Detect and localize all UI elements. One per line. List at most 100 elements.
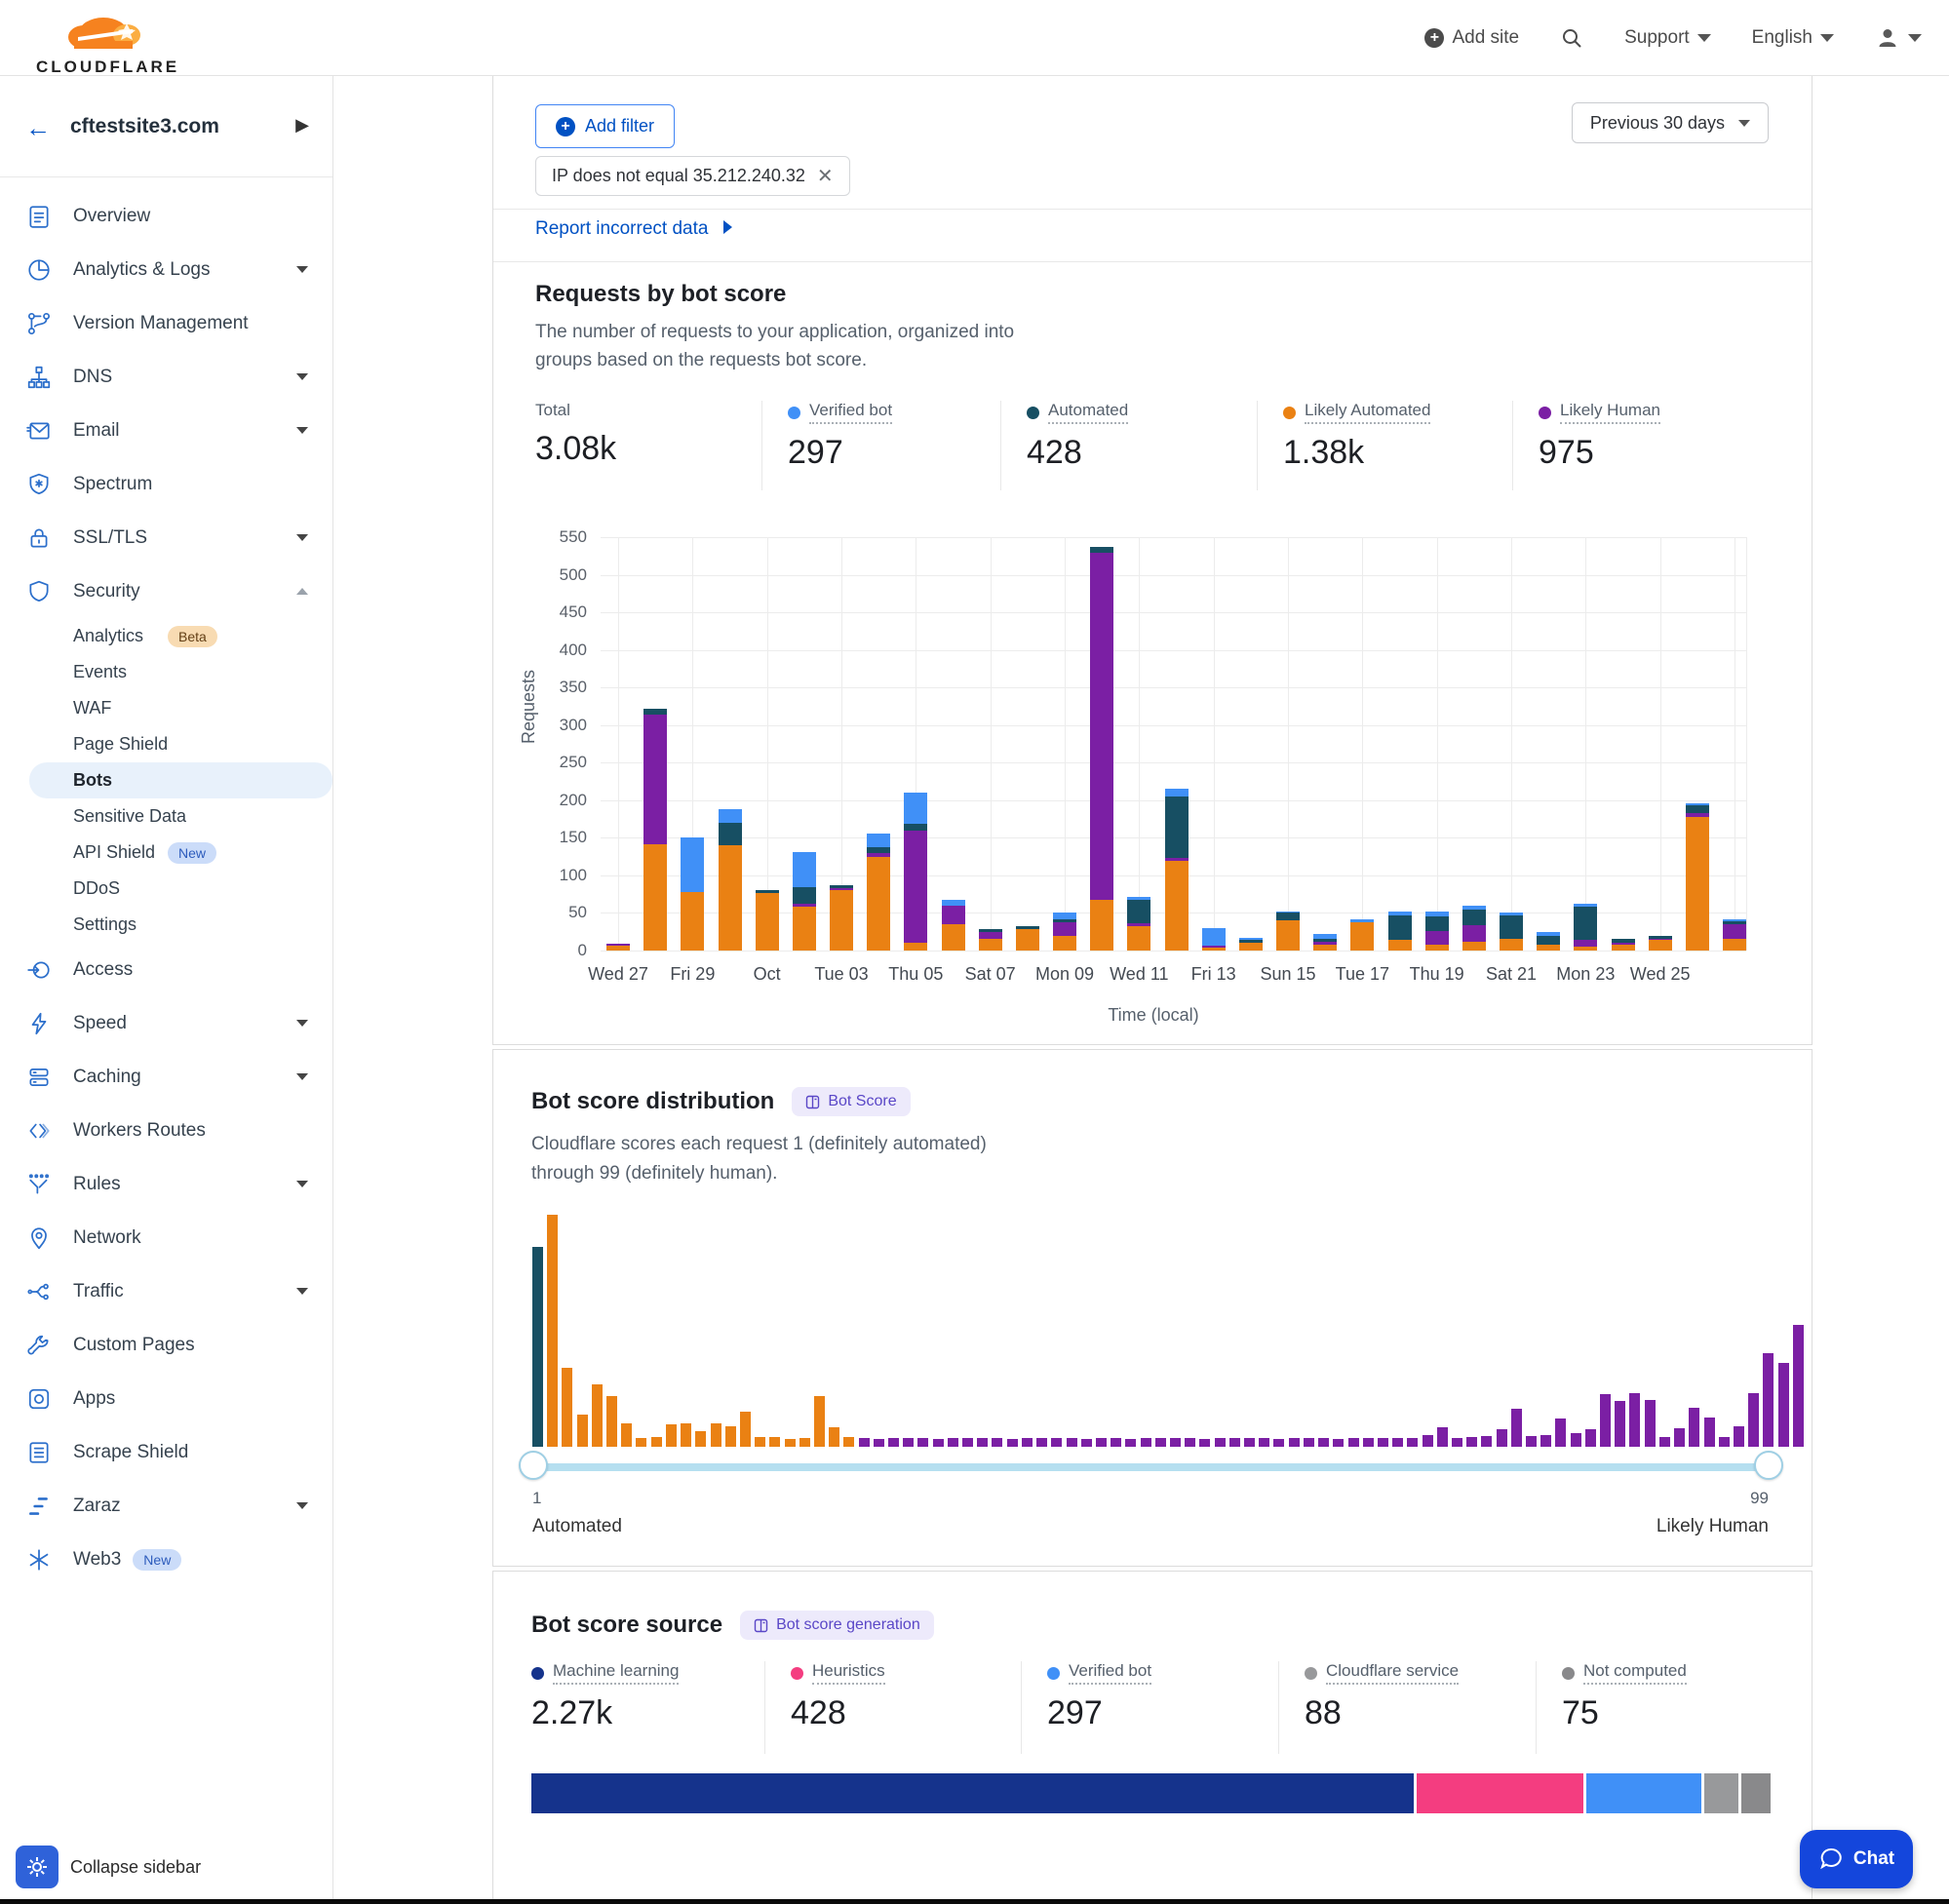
histogram-bar xyxy=(1540,1435,1551,1447)
bar-segment-likely-human xyxy=(1462,925,1486,942)
legend-dot xyxy=(788,407,800,419)
source-segment-machine-learning xyxy=(531,1773,1414,1813)
chevron-down-icon xyxy=(296,534,308,541)
stat-heuristics: Heuristics428 xyxy=(764,1661,1021,1754)
bar-segment-verified-bot xyxy=(793,852,816,887)
gridline xyxy=(601,762,1746,763)
source-legend-stats: Machine learning2.27kHeuristics428Verifi… xyxy=(493,1661,1813,1754)
histogram-bar xyxy=(1273,1439,1284,1447)
sidebar-item-network[interactable]: Network xyxy=(0,1211,332,1264)
histogram-bar xyxy=(651,1437,662,1447)
histogram-bar xyxy=(1615,1401,1625,1447)
histogram-bar xyxy=(1645,1400,1656,1447)
sidebar-item-access[interactable]: Access xyxy=(0,943,332,996)
add-site-button[interactable]: + Add site xyxy=(1424,27,1519,49)
x-tick-label: Sun 15 xyxy=(1260,964,1315,985)
add-filter-button[interactable]: + Add filter xyxy=(535,104,675,148)
sidebar-item-email[interactable]: Email xyxy=(0,404,332,457)
stat-verified-bot: Verified bot297 xyxy=(761,401,1000,490)
bar-segment-automated xyxy=(1388,915,1412,940)
sidebar-item-api-shield[interactable]: API ShieldNew xyxy=(0,835,332,871)
chat-button[interactable]: Chat xyxy=(1800,1830,1913,1888)
sidebar-item-web3[interactable]: Web3New xyxy=(0,1533,332,1586)
score-slider-track[interactable] xyxy=(532,1463,1769,1471)
x-tick-label: Wed 11 xyxy=(1110,964,1168,985)
sidebar-item-analytics[interactable]: AnalyticsBeta xyxy=(0,618,332,654)
sidebar-item-traffic[interactable]: Traffic xyxy=(0,1264,332,1318)
sidebar-item-scrape-shield[interactable]: Scrape Shield xyxy=(0,1425,332,1479)
bar-segment-verified-bot xyxy=(1537,932,1560,936)
bot-score-badge[interactable]: Bot Score xyxy=(792,1087,910,1116)
bar-segment-likely-human xyxy=(1574,940,1597,947)
source-segment-verified-bot xyxy=(1586,1773,1701,1813)
bar-segment-likely-human xyxy=(1425,931,1449,945)
bar-segment-automated xyxy=(1723,921,1746,924)
x-tick-label: Tue 03 xyxy=(814,964,868,985)
gridline xyxy=(1746,537,1747,951)
sidebar-item-analytics-logs[interactable]: Analytics & Logs xyxy=(0,243,332,296)
sidebar-item-waf[interactable]: WAF xyxy=(0,690,332,726)
sidebar-item-page-shield[interactable]: Page Shield xyxy=(0,726,332,762)
histogram-bar xyxy=(1466,1437,1477,1447)
settings-gear-button[interactable] xyxy=(16,1846,58,1888)
chevron-down-icon xyxy=(296,1020,308,1027)
sidebar-item-events[interactable]: Events xyxy=(0,654,332,690)
histogram-bar xyxy=(740,1412,751,1447)
date-range-dropdown[interactable]: Previous 30 days xyxy=(1572,102,1769,143)
bot-score-generation-badge[interactable]: Bot score generation xyxy=(740,1611,934,1640)
sidebar-item-overview[interactable]: Overview xyxy=(0,189,332,243)
score-slider-handle-max[interactable] xyxy=(1754,1451,1783,1480)
sidebar-item-speed[interactable]: Speed xyxy=(0,996,332,1050)
histogram-bar xyxy=(785,1439,796,1447)
sidebar-item-custom-pages[interactable]: Custom Pages xyxy=(0,1318,332,1372)
bar-segment-automated xyxy=(1239,940,1263,943)
sidebar-item-spectrum[interactable]: Spectrum xyxy=(0,457,332,511)
requests-legend-stats: Total3.08kVerified bot297Automated428Lik… xyxy=(493,401,1813,490)
filter-chip[interactable]: IP does not equal 35.212.240.32 ✕ xyxy=(535,156,850,196)
histogram-bar xyxy=(695,1431,706,1447)
bar-segment-verified-bot xyxy=(1313,934,1337,939)
close-icon[interactable]: ✕ xyxy=(817,164,834,188)
y-tick-label: 500 xyxy=(499,565,587,585)
support-menu[interactable]: Support xyxy=(1624,27,1711,49)
bar-segment-likely-automated xyxy=(1165,861,1189,951)
sidebar-item-settings[interactable]: Settings xyxy=(0,907,332,943)
collapse-sidebar-label[interactable]: Collapse sidebar xyxy=(70,1857,201,1878)
sidebar-item-ssl-tls[interactable]: SSL/TLS xyxy=(0,511,332,564)
card2-description: Cloudflare scores each request 1 (defini… xyxy=(531,1130,1136,1188)
histogram-bar xyxy=(711,1423,721,1447)
sidebar-item-caching[interactable]: Caching xyxy=(0,1050,332,1104)
gridline xyxy=(601,575,1746,576)
sidebar-item-sensitive-data[interactable]: Sensitive Data xyxy=(0,798,332,835)
legend-dot xyxy=(1305,1667,1317,1680)
sidebar-item-rules[interactable]: Rules xyxy=(0,1157,332,1211)
sidebar-item-version-management[interactable]: Version Management xyxy=(0,296,332,350)
sidebar-item-dns[interactable]: DNS xyxy=(0,350,332,404)
plus-icon: + xyxy=(1424,28,1444,48)
site-switcher[interactable]: ← cftestsite3.com ▶ xyxy=(0,76,332,177)
x-tick-label: Sat 21 xyxy=(1486,964,1537,985)
back-arrow-icon[interactable]: ← xyxy=(25,113,51,143)
speed-icon xyxy=(26,1011,52,1036)
chevron-right-icon[interactable]: ▶ xyxy=(295,115,309,136)
language-menu[interactable]: English xyxy=(1752,27,1834,49)
score-slider-handle-min[interactable] xyxy=(519,1451,548,1480)
add-site-label: Add site xyxy=(1452,27,1519,49)
histogram-bar xyxy=(1763,1353,1774,1447)
histogram-bar xyxy=(1036,1438,1047,1447)
report-incorrect-data-link[interactable]: Report incorrect data xyxy=(535,218,732,240)
y-tick-label: 250 xyxy=(499,753,587,772)
search-button[interactable] xyxy=(1560,26,1583,50)
sidebar-item-security[interactable]: Security xyxy=(0,564,332,618)
sidebar-item-bots[interactable]: Bots xyxy=(29,762,332,798)
account-menu[interactable] xyxy=(1875,25,1922,51)
sidebar-item-zaraz[interactable]: Zaraz xyxy=(0,1479,332,1533)
histogram-bar xyxy=(1392,1438,1403,1447)
gridline xyxy=(1511,537,1512,951)
rules-icon xyxy=(26,1172,52,1197)
chevron-down-icon xyxy=(1697,34,1711,42)
sidebar-item-apps[interactable]: Apps xyxy=(0,1372,332,1425)
new-badge: New xyxy=(133,1549,181,1571)
sidebar-item-ddos[interactable]: DDoS xyxy=(0,871,332,907)
sidebar-item-workers-routes[interactable]: Workers Routes xyxy=(0,1104,332,1157)
